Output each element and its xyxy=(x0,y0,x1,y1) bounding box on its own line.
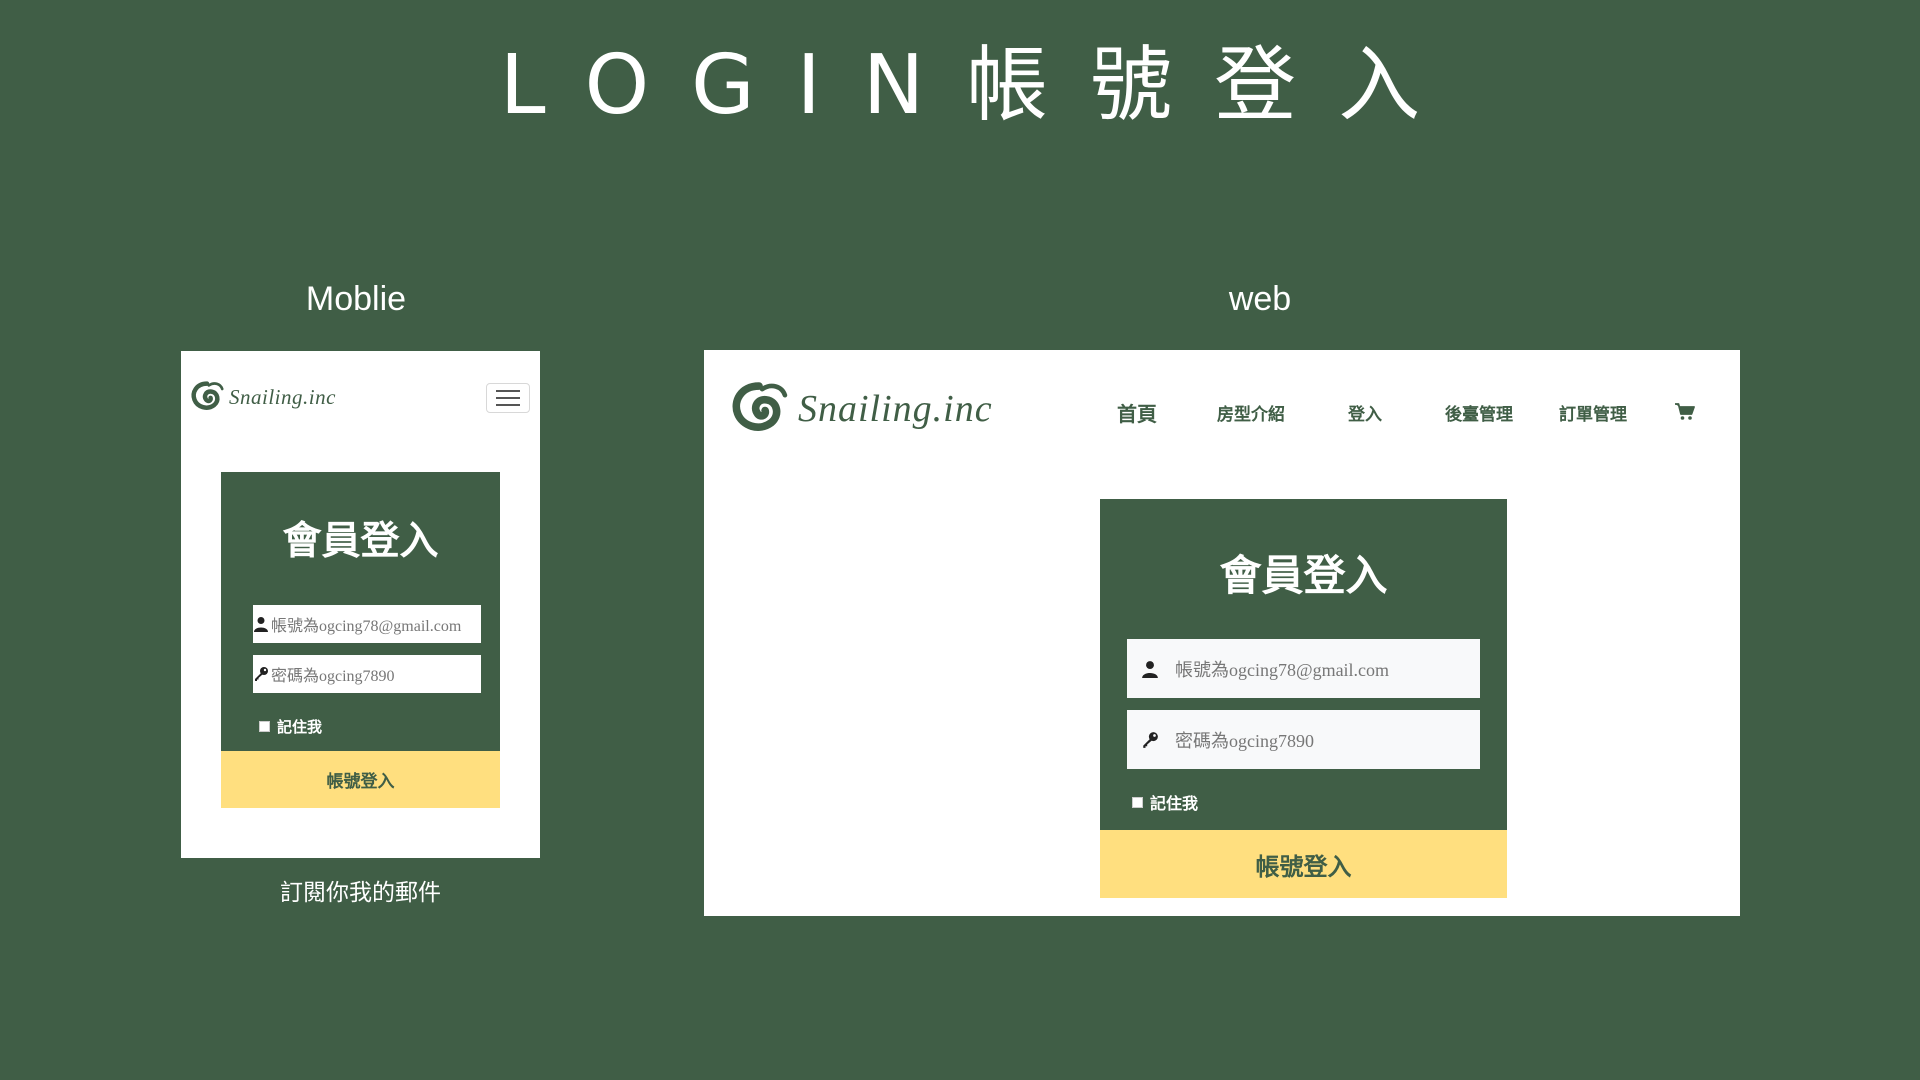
snail-swirl-icon xyxy=(732,382,788,431)
password-input[interactable]: 密碼為ogcing7890 xyxy=(1127,710,1480,769)
account-input[interactable]: 帳號為ogcing78@gmail.com xyxy=(1127,639,1480,698)
login-card: 會員登入 帳號為ogcing78@gmail.com 密碼為ogcing7890… xyxy=(1100,499,1507,898)
brand-name: Snailing.inc xyxy=(798,388,993,430)
remember-me[interactable]: 記住我 xyxy=(1132,790,1198,814)
password-input[interactable]: 密碼為ogcing7890 xyxy=(253,655,481,693)
cart-button[interactable] xyxy=(1650,403,1720,421)
mobile-caption: 訂閱你我的郵件 xyxy=(280,879,441,905)
snail-swirl-icon xyxy=(191,381,224,410)
nav-item-login[interactable]: 登入 xyxy=(1308,400,1422,425)
web-mockup: Snailing.inc 首頁 房型介紹 登入 後臺管理 訂單管理 會員登入 帳… xyxy=(704,350,1740,916)
nav-item-rooms[interactable]: 房型介紹 xyxy=(1194,400,1308,425)
web-section-label: web xyxy=(1228,280,1292,318)
hamburger-menu-icon xyxy=(496,390,520,392)
remember-label: 記住我 xyxy=(1150,796,1199,813)
key-icon xyxy=(255,667,268,681)
remember-me[interactable]: 記住我 xyxy=(259,716,322,737)
brand-logo[interactable]: Snailing.inc xyxy=(189,379,336,415)
nav-item-orders[interactable]: 訂單管理 xyxy=(1536,400,1650,425)
hamburger-menu-button[interactable] xyxy=(486,383,530,413)
remember-checkbox[interactable] xyxy=(259,721,270,732)
login-card: 會員登入 帳號為ogcing78@gmail.com 密碼為ogcing7890… xyxy=(221,472,500,808)
user-icon xyxy=(254,617,268,632)
account-placeholder: 帳號為ogcing78@gmail.com xyxy=(271,618,462,635)
account-placeholder: 帳號為ogcing78@gmail.com xyxy=(1175,659,1390,680)
mobile-section-label: Moblie xyxy=(305,280,407,318)
password-placeholder: 密碼為ogcing7890 xyxy=(1175,730,1314,751)
slide-title: LOGIN帳號登入 xyxy=(499,38,1463,133)
remember-label: 記住我 xyxy=(277,720,323,736)
login-submit-button[interactable]: 帳號登入 xyxy=(1100,830,1507,898)
login-submit-button[interactable]: 帳號登入 xyxy=(221,751,500,808)
mobile-mockup: Snailing.inc 會員登入 帳號為ogcing78@gmail.com … xyxy=(181,351,540,858)
password-placeholder: 密碼為ogcing7890 xyxy=(271,668,395,685)
nav-item-home[interactable]: 首頁 xyxy=(1080,398,1194,427)
account-input[interactable]: 帳號為ogcing78@gmail.com xyxy=(253,605,481,643)
user-icon xyxy=(1142,660,1158,678)
login-title: 會員登入 xyxy=(282,520,439,563)
brand-logo[interactable]: Snailing.inc xyxy=(728,380,993,438)
brand-name: Snailing.inc xyxy=(229,384,336,409)
shopping-cart-icon xyxy=(1675,403,1695,420)
key-icon xyxy=(1143,731,1158,748)
login-title: 會員登入 xyxy=(1219,554,1388,600)
main-nav: 首頁 房型介紹 登入 後臺管理 訂單管理 xyxy=(1080,396,1720,428)
remember-checkbox[interactable] xyxy=(1132,796,1143,808)
nav-item-admin[interactable]: 後臺管理 xyxy=(1422,400,1536,425)
